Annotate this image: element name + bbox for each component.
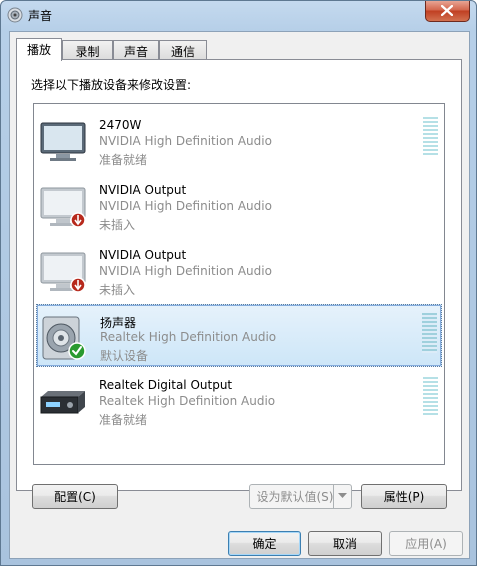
- title-bar[interactable]: 声音: [1, 1, 476, 29]
- device-item[interactable]: Realtek Digital Output Realtek High Defi…: [36, 369, 442, 432]
- window-title: 声音: [28, 9, 53, 23]
- cancel-button[interactable]: 取消: [308, 531, 382, 556]
- ok-button[interactable]: 确定: [228, 531, 301, 556]
- monitor-icon: [40, 122, 86, 161]
- device-status: 未插入: [99, 283, 136, 297]
- set-default-dropdown[interactable]: [333, 485, 351, 508]
- configure-button[interactable]: 配置(C): [32, 484, 118, 509]
- device-name: NVIDIA Output: [99, 183, 187, 197]
- tab-panel-playback: 选择以下播放设备来修改设置: 2470W NVIDIA High Definit…: [16, 59, 462, 491]
- speaker-title-icon: [7, 7, 23, 23]
- device-description: NVIDIA High Definition Audio: [99, 134, 272, 148]
- device-description: Realtek High Definition Audio: [100, 330, 277, 344]
- device-status: 准备就绪: [99, 153, 148, 167]
- device-description: NVIDIA High Definition Audio: [99, 264, 272, 278]
- device-item[interactable]: NVIDIA Output NVIDIA High Definition Aud…: [36, 239, 442, 302]
- device-name: 扬声器: [100, 316, 137, 330]
- chevron-down-icon: [338, 493, 347, 498]
- tab-sounds[interactable]: 声音: [113, 40, 159, 59]
- properties-button[interactable]: 属性(P): [361, 484, 447, 509]
- device-status: 默认设备: [100, 349, 149, 363]
- device-name: Realtek Digital Output: [99, 378, 233, 392]
- device-name: 2470W: [99, 118, 142, 132]
- monitor-unplugged-icon: [40, 187, 86, 228]
- device-item-selected[interactable]: 扬声器 Realtek High Definition Audio 默认设备: [36, 304, 442, 367]
- device-status: 准备就绪: [99, 413, 148, 427]
- speaker-default-icon: [42, 316, 86, 360]
- device-item[interactable]: NVIDIA Output NVIDIA High Definition Aud…: [36, 174, 442, 237]
- apply-button[interactable]: 应用(A): [389, 531, 463, 556]
- close-icon: [441, 5, 453, 16]
- digital-output-icon: [40, 391, 85, 414]
- tab-label: 播放: [26, 43, 51, 57]
- volume-meter: [423, 377, 438, 417]
- tab-recording[interactable]: 录制: [62, 40, 113, 59]
- tab-communications[interactable]: 通信: [159, 40, 207, 59]
- volume-meter: [423, 117, 438, 157]
- dialog-client: 播放 录制 声音 通信 选择以下播放设备来修改设置: 2470W NVIDIA …: [9, 31, 470, 559]
- device-status: 未插入: [99, 218, 136, 232]
- device-item[interactable]: 2470W NVIDIA High Definition Audio 准备就绪: [36, 109, 442, 172]
- tab-label: 声音: [123, 45, 148, 59]
- sound-dialog: 声音 播放 录制 声音 通信 选择以下播放设备来修改设置: 2470W NVID…: [0, 0, 477, 566]
- device-description: NVIDIA High Definition Audio: [99, 199, 272, 213]
- set-default-label: 设为默认值(S): [256, 490, 334, 504]
- monitor-unplugged-icon: [40, 252, 86, 293]
- tab-label: 录制: [75, 45, 100, 59]
- tab-playback[interactable]: 播放: [16, 38, 62, 61]
- tab-label: 通信: [170, 45, 195, 59]
- close-button[interactable]: [425, 1, 470, 22]
- instruction-text: 选择以下播放设备来修改设置:: [31, 78, 192, 92]
- set-default-button[interactable]: 设为默认值(S): [249, 484, 352, 509]
- device-description: Realtek High Definition Audio: [99, 394, 276, 408]
- device-list[interactable]: 2470W NVIDIA High Definition Audio 准备就绪: [33, 103, 445, 465]
- volume-meter: [422, 313, 437, 353]
- device-name: NVIDIA Output: [99, 248, 187, 262]
